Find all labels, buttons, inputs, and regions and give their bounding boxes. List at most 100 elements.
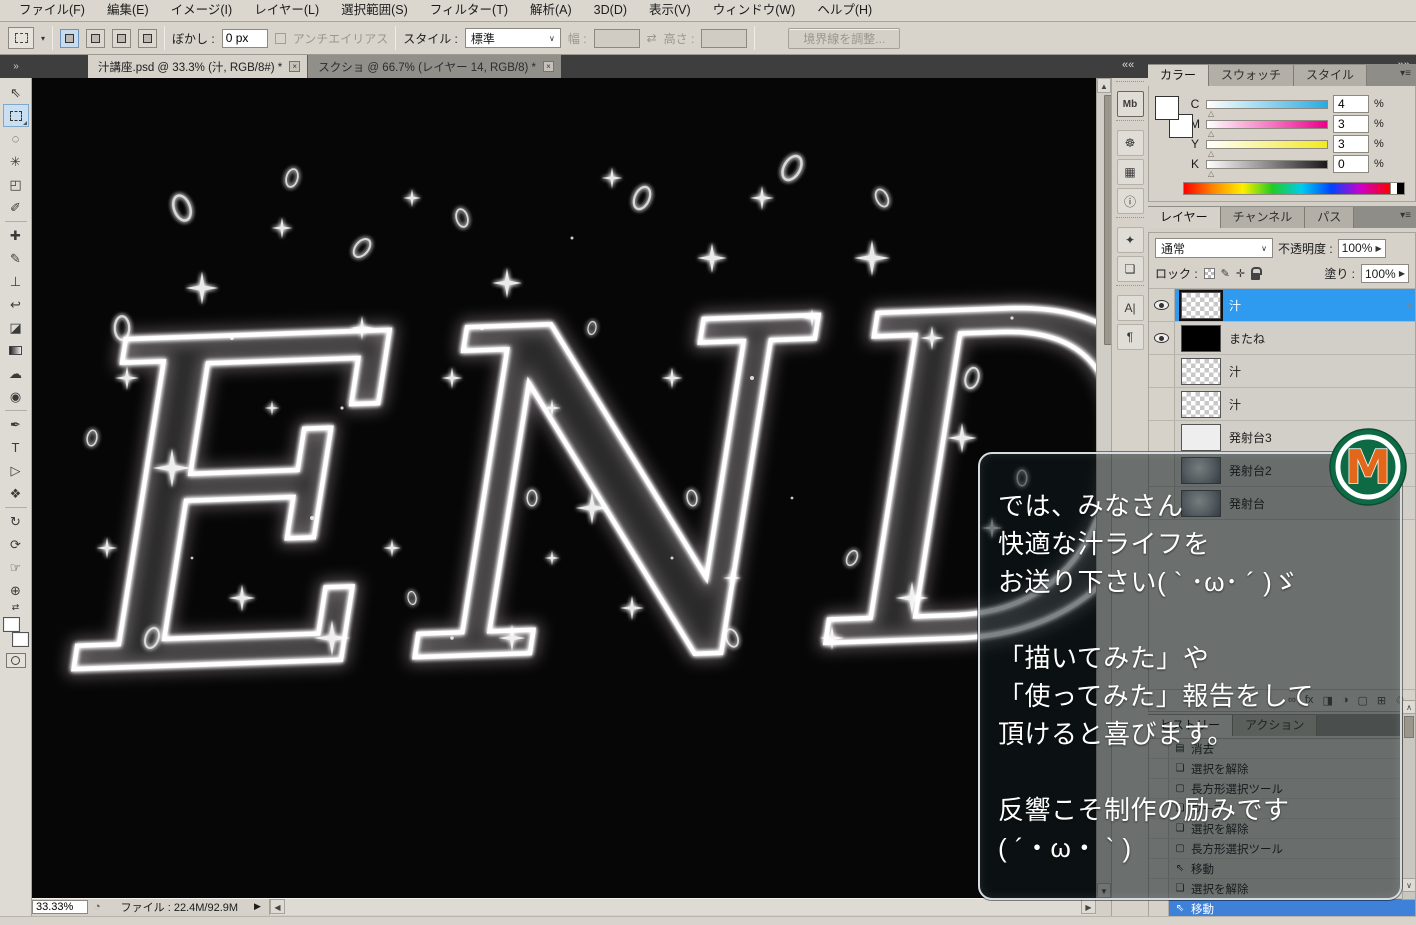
menu-analysis[interactable]: 解析(A) xyxy=(519,0,583,21)
black-slider-marker-icon[interactable]: △ xyxy=(1208,169,1214,178)
black-ramp-cap[interactable] xyxy=(1397,183,1404,194)
color-ramp[interactable] xyxy=(1183,182,1405,195)
tab-layers[interactable]: レイヤー xyxy=(1148,207,1221,228)
blend-mode-select[interactable]: 通常 ∨ xyxy=(1155,238,1273,258)
status-flyout-icon[interactable]: ▶ xyxy=(254,901,261,912)
yellow-slider[interactable] xyxy=(1206,139,1328,149)
lock-all-icon[interactable] xyxy=(1251,266,1263,280)
visibility-toggle[interactable] xyxy=(1149,289,1175,321)
tools-collapse-icon[interactable]: » xyxy=(0,55,32,78)
3d-orbit-tool[interactable]: ⟳ xyxy=(3,533,29,556)
menu-3d[interactable]: 3D(D) xyxy=(583,0,638,21)
history-brush-tool[interactable]: ↩ xyxy=(3,293,29,316)
white-ramp-cap[interactable] xyxy=(1390,183,1397,194)
panel-menu-icon[interactable]: ▾≡ xyxy=(1400,68,1411,79)
black-value-input[interactable] xyxy=(1333,155,1369,173)
visibility-toggle[interactable] xyxy=(1149,355,1175,387)
hand-tool[interactable]: ☞ xyxy=(3,556,29,579)
clone-stamp-tool[interactable]: ⊥ xyxy=(3,270,29,293)
cyan-value-input[interactable] xyxy=(1333,95,1369,113)
scroll-right-icon[interactable]: ▶ xyxy=(1081,898,1096,914)
navigator-button[interactable]: ☸ xyxy=(1116,130,1144,156)
feather-input[interactable] xyxy=(221,28,268,48)
tab-paths[interactable]: パス xyxy=(1305,207,1355,228)
layer-row-shiru-2[interactable]: 汁 xyxy=(1149,355,1415,388)
cyan-slider-marker-icon[interactable]: △ xyxy=(1208,109,1214,118)
menu-edit[interactable]: 編集(E) xyxy=(96,0,160,21)
tool-presets-button[interactable]: ✦ xyxy=(1116,227,1144,253)
document-tab-2[interactable]: スクショ @ 66.7% (レイヤー 14, RGB/8) * × xyxy=(307,55,561,78)
layer-thumbnail[interactable] xyxy=(1179,289,1223,321)
background-color-swatch[interactable] xyxy=(11,632,29,647)
history-scroll-up-icon[interactable]: ∧ xyxy=(1403,701,1415,714)
tab-channels[interactable]: チャンネル xyxy=(1220,207,1306,228)
gradient-tool[interactable] xyxy=(3,339,29,362)
crop-tool[interactable]: ◰ xyxy=(3,173,29,196)
preset-dropdown-arrow-icon[interactable]: ▾ xyxy=(41,34,45,43)
tab-styles[interactable]: スタイル xyxy=(1294,65,1368,86)
visibility-toggle[interactable] xyxy=(1149,322,1175,354)
pen-tool[interactable]: ✒ xyxy=(3,413,29,436)
rectangular-marquee-tool[interactable] xyxy=(2,104,29,127)
cyan-slider[interactable] xyxy=(1206,99,1328,109)
subtract-selection-button[interactable] xyxy=(112,28,132,48)
document-tab-1[interactable]: 汁講座.psd @ 33.3% (汁, RGB/8#) * × xyxy=(88,55,308,78)
spot-healing-brush-tool[interactable]: ✚ xyxy=(3,224,29,247)
fill-field[interactable]: 100% ▶ xyxy=(1361,264,1409,283)
eyedropper-tool[interactable]: ✐ xyxy=(3,196,29,219)
layer-row-matane[interactable]: またね xyxy=(1149,322,1415,355)
style-select[interactable]: 標準 ∨ xyxy=(464,28,561,48)
lock-position-icon[interactable]: ✛ xyxy=(1236,267,1245,280)
scroll-left-icon[interactable]: ◀ xyxy=(269,898,285,914)
layer-thumbnail[interactable] xyxy=(1181,423,1221,451)
history-scrollbar[interactable]: ∧ xyxy=(1402,700,1416,900)
menu-layer[interactable]: レイヤー(L) xyxy=(243,0,330,21)
close-tab-icon[interactable]: × xyxy=(289,61,301,72)
clone-source-button[interactable]: ❏ xyxy=(1116,256,1144,282)
layer-row-shiru-3[interactable]: 汁 xyxy=(1149,388,1415,421)
menu-window[interactable]: ウィンドウ(W) xyxy=(702,0,807,21)
menu-view[interactable]: 表示(V) xyxy=(638,0,702,21)
new-selection-button[interactable] xyxy=(60,28,80,48)
menu-filter[interactable]: フィルター(T) xyxy=(419,0,519,21)
brush-tool[interactable]: ✎ xyxy=(3,247,29,270)
character-panel-button[interactable]: A| xyxy=(1116,295,1144,321)
path-selection-tool[interactable]: ▷ xyxy=(3,459,29,482)
intersect-selection-button[interactable] xyxy=(138,28,158,48)
tab-color[interactable]: カラー xyxy=(1148,65,1210,86)
custom-shape-tool[interactable]: ❖ xyxy=(3,482,29,505)
canvas-horizontal-scrollbar[interactable]: ◀ ▶ xyxy=(268,898,1096,915)
color-swatches[interactable] xyxy=(2,617,29,647)
panel-foreground-swatch[interactable] xyxy=(1155,96,1179,120)
quick-mask-button[interactable] xyxy=(5,653,26,668)
zoom-tool[interactable]: ⊕ xyxy=(3,579,29,602)
info-button[interactable]: ⓘ xyxy=(1116,188,1144,214)
tab-swatches[interactable]: スウォッチ xyxy=(1209,65,1295,86)
magenta-slider[interactable] xyxy=(1206,119,1328,129)
layer-thumbnail[interactable] xyxy=(1181,357,1221,385)
eraser-tool[interactable]: ◪ xyxy=(3,316,29,339)
mini-bridge-button[interactable]: Mb xyxy=(1116,91,1144,117)
menu-file[interactable]: ファイル(F) xyxy=(8,0,96,21)
type-tool[interactable]: T xyxy=(3,436,29,459)
layer-thumbnail[interactable] xyxy=(1181,390,1221,418)
spectrum-ramp[interactable] xyxy=(1184,183,1390,194)
move-tool[interactable]: ⇖ xyxy=(3,81,29,104)
dodge-tool[interactable]: ◉ xyxy=(3,385,29,408)
swap-colors-icon[interactable]: ⇄ xyxy=(0,602,31,613)
menu-select[interactable]: 選択範囲(S) xyxy=(330,0,419,21)
paragraph-panel-button[interactable]: ¶ xyxy=(1116,324,1144,350)
lock-pixels-icon[interactable]: ✎ xyxy=(1221,267,1230,280)
close-tab-icon[interactable]: × xyxy=(542,61,554,72)
layer-thumbnail[interactable] xyxy=(1181,324,1221,352)
fill-spinner-icon[interactable]: ▶ xyxy=(1399,269,1405,278)
magenta-slider-marker-icon[interactable]: △ xyxy=(1208,129,1214,138)
history-scroll-down-icon[interactable]: ∨ xyxy=(1402,878,1416,892)
add-selection-button[interactable] xyxy=(86,28,106,48)
panel-color-swatches[interactable] xyxy=(1155,94,1193,146)
black-slider[interactable] xyxy=(1206,159,1328,169)
dock-collapse-left-icon[interactable]: «« xyxy=(1122,59,1134,71)
smudge-tool[interactable]: ☁ xyxy=(3,362,29,385)
yellow-slider-marker-icon[interactable]: △ xyxy=(1208,149,1214,158)
visibility-toggle[interactable] xyxy=(1149,421,1175,453)
